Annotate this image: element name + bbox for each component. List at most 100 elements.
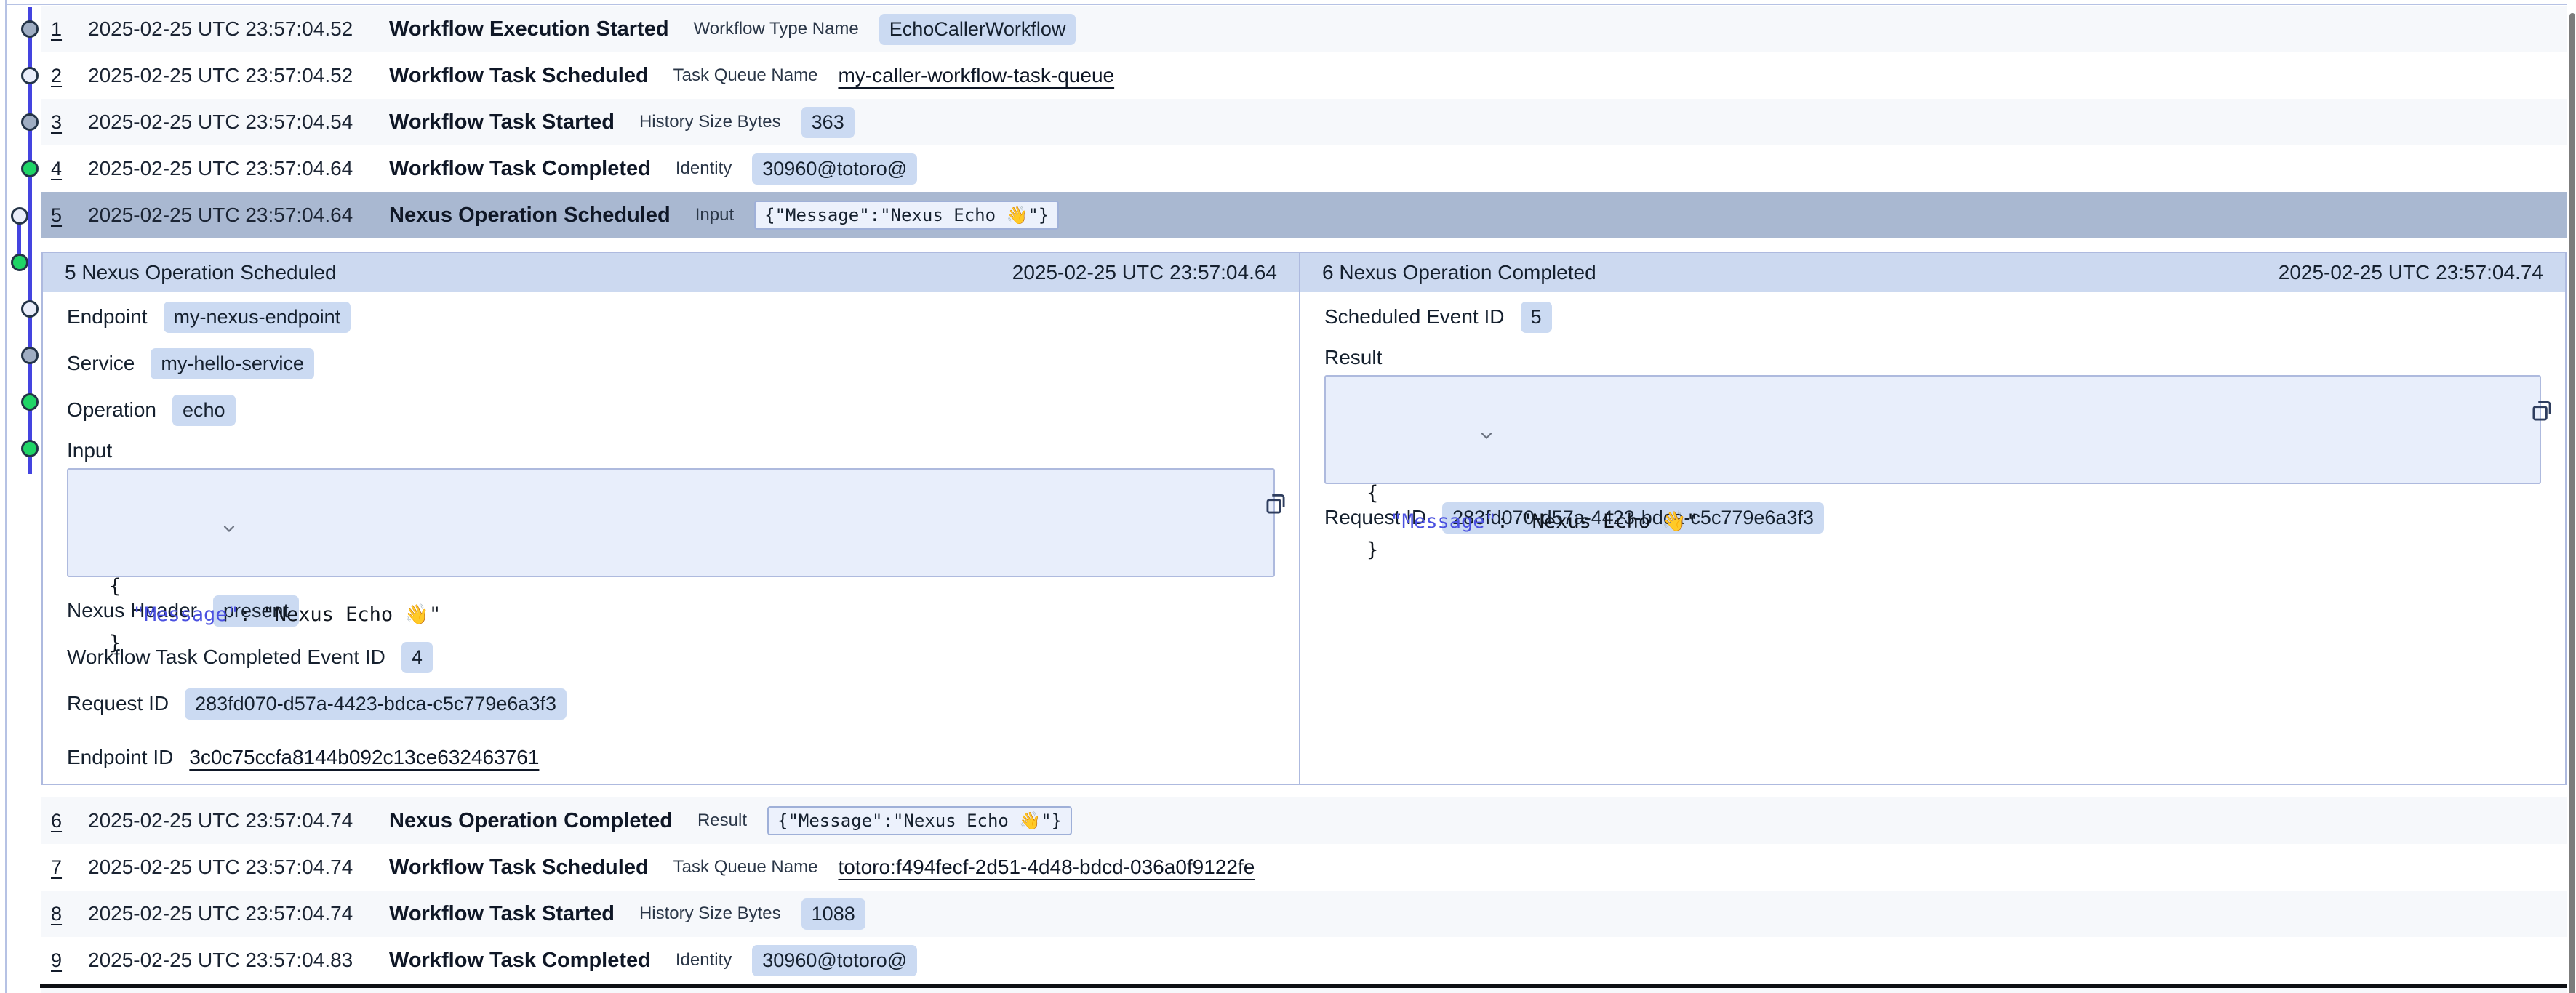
timeline-dot-event-8 [21, 347, 39, 364]
event-attr-value-badge: 363 [801, 107, 855, 138]
field-input-label: Input [67, 433, 1275, 468]
event-attr-label: Result [697, 811, 747, 831]
event-detail-panel: 5 Nexus Operation Scheduled 2025-02-25 U… [41, 252, 2567, 785]
copy-icon[interactable] [2496, 387, 2528, 419]
chevron-down-icon[interactable] [79, 489, 238, 574]
next-row-edge [41, 988, 2567, 993]
workflow-history-view: 1 2025-02-25 UTC 23:57:04.52 Workflow Ex… [0, 0, 2576, 993]
timeline-dot-event-3 [21, 113, 39, 131]
field-value-badge: 5 [1521, 302, 1552, 333]
field-label: Operation [67, 398, 156, 422]
event-id-link[interactable]: 3 [51, 111, 73, 134]
event-attr-label: Input [695, 205, 734, 225]
event-attr-label: Identity [676, 158, 732, 179]
event-attr-value-badge: 30960@totoro@ [752, 153, 917, 185]
event-attr-value-badge: EchoCallerWorkflow [879, 14, 1076, 45]
copy-icon[interactable] [1230, 480, 1262, 512]
detail-body: Scheduled Event ID 5 Result { "Message":… [1300, 292, 2565, 784]
chevron-down-icon[interactable] [1336, 395, 1495, 481]
field-label: Service [67, 352, 135, 375]
detail-header: 5 Nexus Operation Scheduled 2025-02-25 U… [43, 253, 1299, 292]
event-name: Workflow Task Completed [389, 949, 651, 973]
field-label: Scheduled Event ID [1324, 305, 1505, 329]
event-row-1[interactable]: 1 2025-02-25 UTC 23:57:04.52 Workflow Ex… [41, 6, 2567, 52]
event-id-link[interactable]: 5 [51, 204, 73, 227]
event-attr-label: Workflow Type Name [694, 19, 859, 39]
detail-column-nexus-scheduled: 5 Nexus Operation Scheduled 2025-02-25 U… [43, 253, 1300, 784]
event-name: Workflow Task Completed [389, 157, 651, 181]
input-code-viewer: { "Message": "Nexus Echo 👋" } [67, 468, 1275, 577]
json-value: "Nexus Echo 👋" [263, 603, 441, 626]
event-row-5-selected[interactable]: 5 2025-02-25 UTC 23:57:04.64 Nexus Opera… [41, 192, 2567, 238]
event-timestamp: 2025-02-25 UTC 23:57:04.74 [88, 809, 373, 832]
event-row-8[interactable]: 8 2025-02-25 UTC 23:57:04.74 Workflow Ta… [41, 891, 2567, 937]
event-id-link[interactable]: 8 [51, 903, 73, 925]
event-id-link[interactable]: 4 [51, 158, 73, 180]
event-name: Workflow Task Started [389, 110, 615, 134]
event-attr-value-json-badge: {"Message":"Nexus Echo 👋"} [767, 806, 1072, 835]
event-timestamp: 2025-02-25 UTC 23:57:04.52 [88, 64, 373, 87]
field-operation: Operation echo [67, 387, 1275, 433]
json-key: "Message" [133, 603, 239, 626]
event-name: Workflow Task Started [389, 902, 615, 926]
event-attr-label: Task Queue Name [673, 65, 818, 86]
event-attr-value-json-badge: {"Message":"Nexus Echo 👋"} [754, 201, 1059, 230]
field-service: Service my-hello-service [67, 340, 1275, 387]
event-name: Workflow Execution Started [389, 17, 669, 41]
event-timestamp: 2025-02-25 UTC 23:57:04.83 [88, 949, 373, 972]
event-attr-label: Identity [676, 950, 732, 970]
event-timestamp: 2025-02-25 UTC 23:57:04.74 [88, 902, 373, 925]
json-value: "Nexus Echo 👋" [1520, 510, 1698, 533]
field-result-label: Result [1324, 340, 2541, 375]
field-value-badge: my-hello-service [151, 348, 314, 379]
event-attr-label: History Size Bytes [639, 112, 781, 132]
event-id-link[interactable]: 7 [51, 856, 73, 879]
task-queue-link[interactable]: totoro:f494fecf-2d51-4d48-bdcd-036a0f912… [838, 856, 1255, 879]
json-key: "Message" [1391, 510, 1497, 533]
event-row-3[interactable]: 3 2025-02-25 UTC 23:57:04.54 Workflow Ta… [41, 99, 2567, 145]
detail-column-nexus-completed: 6 Nexus Operation Completed 2025-02-25 U… [1300, 253, 2565, 784]
timeline-dot-event-5 [11, 207, 28, 225]
timeline-dot-event-2 [21, 67, 39, 84]
field-label: Endpoint ID [67, 746, 173, 769]
result-code-viewer: { "Message": "Nexus Echo 👋" } [1324, 375, 2541, 484]
event-id-link[interactable]: 6 [51, 810, 73, 832]
event-row-7[interactable]: 7 2025-02-25 UTC 23:57:04.74 Workflow Ta… [41, 844, 2567, 891]
detail-title: 6 Nexus Operation Completed [1322, 261, 1596, 284]
event-id-link[interactable]: 9 [51, 949, 73, 972]
event-attr-label: History Size Bytes [639, 904, 781, 924]
field-endpoint: Endpoint my-nexus-endpoint [67, 294, 1275, 340]
timeline-dot-event-6 [11, 254, 28, 271]
left-border [5, 0, 7, 993]
detail-header: 6 Nexus Operation Completed 2025-02-25 U… [1300, 253, 2565, 292]
event-id-link[interactable]: 2 [51, 65, 73, 87]
event-attr-value-badge: 30960@totoro@ [752, 945, 917, 976]
field-label: Endpoint [67, 305, 148, 329]
detail-timestamp: 2025-02-25 UTC 23:57:04.74 [2279, 261, 2543, 284]
event-row-4[interactable]: 4 2025-02-25 UTC 23:57:04.64 Workflow Ta… [41, 145, 2567, 192]
event-name: Nexus Operation Scheduled [389, 204, 671, 228]
json-content: { "Message": "Nexus Echo 👋" } [1367, 479, 2525, 564]
event-row-2[interactable]: 2 2025-02-25 UTC 23:57:04.52 Workflow Ta… [41, 52, 2567, 99]
event-id-link[interactable]: 1 [51, 18, 73, 41]
timeline-dot-event-7 [21, 300, 39, 318]
timeline-dot-event-4 [21, 160, 39, 177]
event-name: Workflow Task Scheduled [389, 64, 649, 88]
event-timestamp: 2025-02-25 UTC 23:57:04.74 [88, 856, 373, 879]
timeline-dot-event-1 [21, 20, 39, 38]
event-row-9[interactable]: 9 2025-02-25 UTC 23:57:04.83 Workflow Ta… [41, 937, 2567, 984]
field-value-badge: my-nexus-endpoint [164, 302, 351, 333]
event-timestamp: 2025-02-25 UTC 23:57:04.64 [88, 157, 373, 180]
top-border [6, 4, 2567, 5]
field-scheduled-event-id: Scheduled Event ID 5 [1324, 294, 2541, 340]
event-row-6[interactable]: 6 2025-02-25 UTC 23:57:04.74 Nexus Opera… [41, 797, 2567, 844]
event-timestamp: 2025-02-25 UTC 23:57:04.64 [88, 204, 373, 227]
event-timestamp: 2025-02-25 UTC 23:57:04.54 [88, 110, 373, 134]
event-timestamp: 2025-02-25 UTC 23:57:04.52 [88, 17, 373, 41]
json-content: { "Message": "Nexus Echo 👋" } [109, 572, 1259, 657]
detail-title: 5 Nexus Operation Scheduled [65, 261, 337, 284]
task-queue-link[interactable]: my-caller-workflow-task-queue [838, 64, 1114, 87]
event-name: Workflow Task Scheduled [389, 856, 649, 880]
endpoint-id-link[interactable]: 3c0c75ccfa8144b092c13ce632463761 [189, 746, 539, 769]
vertical-scrollbar[interactable] [2569, 13, 2575, 993]
